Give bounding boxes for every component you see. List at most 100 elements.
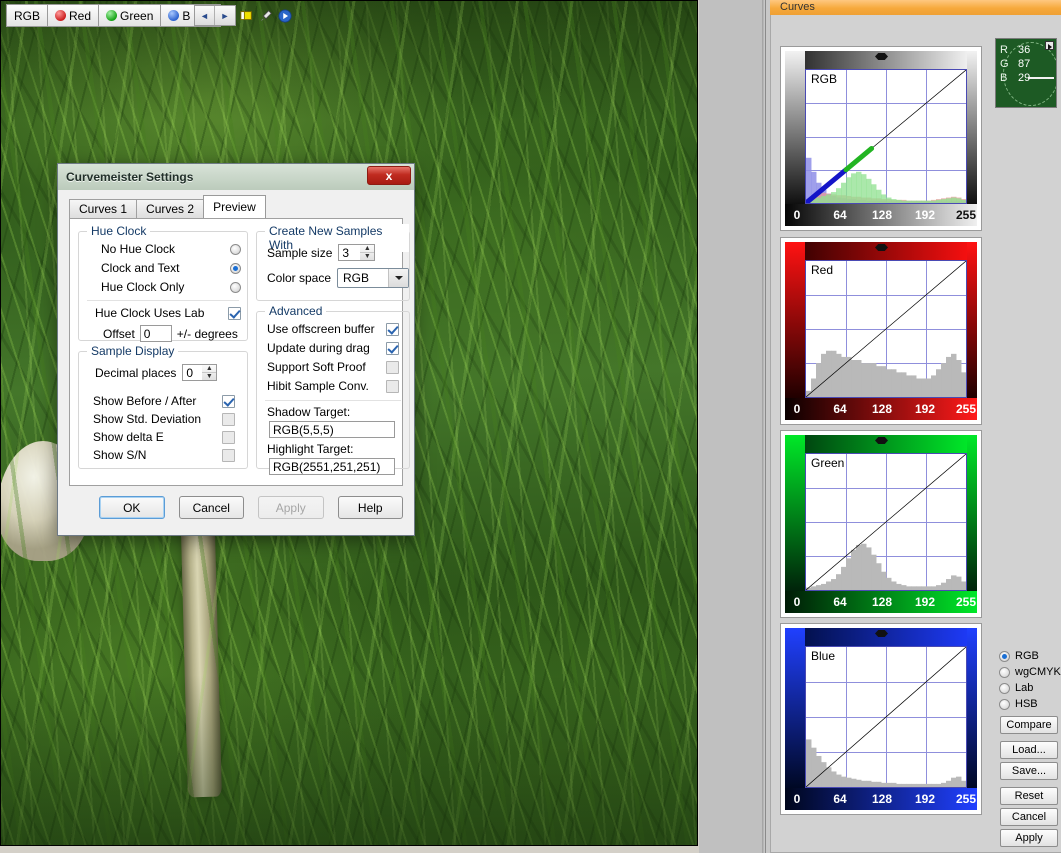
- scroll-right-icon[interactable]: ►: [215, 6, 235, 25]
- hibit-sample-conv-checkbox[interactable]: [386, 379, 399, 393]
- channel-tab-green[interactable]: Green: [99, 5, 162, 26]
- radio-lab[interactable]: Lab: [999, 680, 1057, 696]
- highlight-target-label: Highlight Target:: [267, 442, 354, 456]
- option-hue-clock-only[interactable]: Hue Clock Only: [101, 280, 241, 294]
- cancel-button[interactable]: Cancel: [1000, 808, 1058, 826]
- reset-button[interactable]: Reset: [1000, 787, 1058, 805]
- channel-tab-blue-label: B: [182, 8, 191, 23]
- show-before-after-checkbox[interactable]: [222, 394, 235, 408]
- curves-panel-title[interactable]: Curves: [770, 0, 1061, 15]
- rgb-tick-255: 255: [955, 208, 977, 222]
- shadow-target-label: Shadow Target:: [267, 405, 351, 419]
- eyedropper-icon[interactable]: [259, 8, 273, 24]
- hue-clock-uses-lab-row[interactable]: Hue Clock Uses Lab: [95, 306, 241, 320]
- hue-label-r: R: [1000, 44, 1008, 56]
- sample-size-spin-buttons[interactable]: ▲ ▼: [360, 244, 376, 261]
- show-sn-label: Show S/N: [93, 448, 147, 462]
- cancel-button-dialog[interactable]: Cancel: [178, 495, 244, 519]
- panel-toolbar: [240, 4, 292, 28]
- load-button[interactable]: Load...: [1000, 741, 1058, 759]
- save-button[interactable]: Save...: [1000, 762, 1058, 780]
- use-offscreen-buffer-row[interactable]: Use offscreen buffer: [267, 322, 399, 336]
- compare-button[interactable]: Compare: [1000, 716, 1058, 734]
- channel-tab-red[interactable]: Red: [48, 5, 100, 26]
- play-icon[interactable]: [278, 8, 292, 24]
- shadow-target-input[interactable]: RGB(5,5,5): [269, 421, 395, 438]
- hue-value-g: 87: [1018, 58, 1031, 70]
- show-sn-checkbox[interactable]: [222, 448, 235, 462]
- green-bottom-gradient: 0 64 128 192 255: [785, 591, 977, 613]
- hibit-sample-conv-row[interactable]: Hibit Sample Conv.: [267, 379, 399, 393]
- red-tick-0: 0: [793, 402, 801, 416]
- curve-card-rgb[interactable]: 0 64 128 192 255 RGB: [780, 46, 982, 231]
- green-plot-label: Green: [811, 456, 845, 470]
- offset-input[interactable]: 0: [139, 325, 172, 342]
- curve-card-blue[interactable]: 0 64 128 192 255 Blue: [780, 623, 982, 815]
- scroll-left-icon[interactable]: ◄: [195, 6, 215, 25]
- rgb-bottom-gradient: 0 64 128 192 255: [785, 204, 977, 226]
- highlight-target-input[interactable]: RGB(2551,251,251): [269, 458, 395, 475]
- update-during-drag-row[interactable]: Update during drag: [267, 341, 399, 355]
- option-no-hue-clock[interactable]: No Hue Clock: [101, 242, 241, 256]
- tab-curves-1[interactable]: Curves 1: [69, 199, 138, 218]
- hue-clock-readout[interactable]: R G B 36 87 29: [995, 38, 1057, 108]
- decimal-places-row: Decimal places 0 ▲ ▼: [95, 364, 218, 381]
- curve-card-green[interactable]: 0 64 128 192 255 Green: [780, 430, 982, 618]
- green-curve-plot[interactable]: Green: [805, 453, 967, 591]
- radio-hsb[interactable]: HSB: [999, 696, 1057, 712]
- rgb-tick-64: 64: [833, 208, 847, 222]
- spin-down-icon[interactable]: ▼: [360, 253, 374, 260]
- support-soft-proof-row[interactable]: Support Soft Proof: [267, 360, 399, 374]
- show-sn-row[interactable]: Show S/N: [93, 448, 235, 462]
- radio-rgb-dot: [999, 650, 1010, 662]
- decimal-places-spin-buttons[interactable]: ▲ ▼: [202, 364, 218, 381]
- spin-up-icon[interactable]: ▲: [202, 365, 217, 373]
- channel-tab-rgb[interactable]: RGB: [7, 5, 49, 26]
- color-space-select[interactable]: RGB: [337, 268, 409, 288]
- curvemeister-settings-dialog[interactable]: Curvemeister Settings x Curves 1 Curves …: [57, 163, 415, 536]
- show-delta-e-checkbox[interactable]: [222, 430, 235, 444]
- option-clock-and-text[interactable]: Clock and Text: [101, 261, 241, 275]
- green-tick-128: 128: [871, 595, 893, 609]
- show-std-deviation-checkbox[interactable]: [222, 412, 235, 426]
- tab-preview[interactable]: Preview: [203, 195, 266, 218]
- show-before-after-row[interactable]: Show Before / After: [93, 394, 235, 408]
- help-button[interactable]: Help: [337, 495, 403, 519]
- spin-up-icon[interactable]: ▲: [360, 245, 375, 253]
- show-std-deviation-row[interactable]: Show Std. Deviation: [93, 412, 235, 426]
- red-curve-plot[interactable]: Red: [805, 260, 967, 398]
- ok-button[interactable]: OK: [99, 495, 165, 519]
- close-icon[interactable]: x: [367, 166, 411, 185]
- dialog-title: Curvemeister Settings: [66, 170, 194, 184]
- update-during-drag-label: Update during drag: [267, 341, 370, 355]
- dialog-body: Curves 1 Curves 2 Preview Hue Clock No H…: [63, 190, 410, 530]
- sample-size-stepper[interactable]: 3 ▲ ▼: [338, 244, 376, 261]
- show-delta-e-row[interactable]: Show delta E: [93, 430, 235, 444]
- channel-tab-blue[interactable]: B: [161, 5, 198, 26]
- spin-down-icon[interactable]: ▼: [202, 373, 216, 380]
- support-soft-proof-checkbox[interactable]: [386, 360, 399, 374]
- decimal-places-input[interactable]: 0: [182, 364, 203, 381]
- rgb-curve-plot[interactable]: RGB: [805, 69, 967, 204]
- hue-clock-uses-lab-checkbox[interactable]: [228, 306, 241, 320]
- update-during-drag-checkbox[interactable]: [386, 341, 399, 355]
- green-top-gradient: [785, 435, 977, 453]
- option-clock-and-text-label: Clock and Text: [101, 261, 180, 275]
- curve-card-red[interactable]: 0 64 128 192 255 Red: [780, 237, 982, 425]
- green-tick-255: 255: [955, 595, 977, 609]
- sample-size-input[interactable]: 3: [338, 244, 361, 261]
- channel-tab-strip: RGB Red Green B: [6, 4, 221, 27]
- use-offscreen-buffer-checkbox[interactable]: [386, 322, 399, 336]
- blue-axis-ticks: 0 64 128 192 255: [785, 788, 977, 810]
- dialog-titlebar[interactable]: Curvemeister Settings x: [58, 164, 414, 190]
- note-icon[interactable]: [240, 8, 254, 24]
- hue-clock-expand-icon[interactable]: [1045, 41, 1054, 50]
- blue-curve-plot[interactable]: Blue: [805, 646, 967, 788]
- tab-curves-2[interactable]: Curves 2: [136, 199, 205, 218]
- apply-button[interactable]: Apply: [1000, 829, 1058, 847]
- radio-wgcmyk[interactable]: wgCMYK: [999, 664, 1061, 680]
- radio-lab-label: Lab: [1015, 682, 1034, 694]
- decimal-places-stepper[interactable]: 0 ▲ ▼: [182, 364, 218, 381]
- radio-rgb[interactable]: RGB: [999, 648, 1057, 664]
- chevron-down-icon[interactable]: [388, 269, 408, 287]
